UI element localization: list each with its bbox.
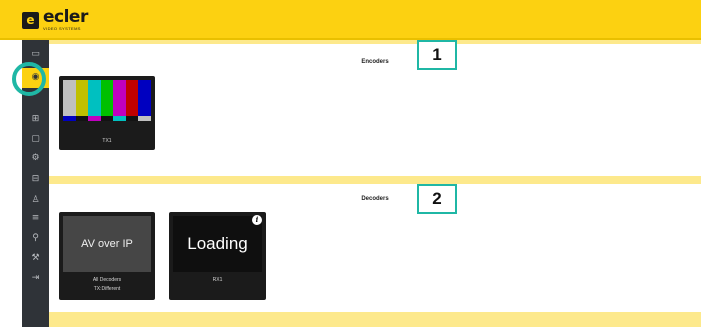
decoder-preview: AV over IP xyxy=(63,216,151,272)
decoder-card-rx1[interactable]: Loading i RX1 xyxy=(169,212,266,300)
sidebar: ▭ ◉ ⊞ ▢ ⚙ ⊟ ♙ ≡ ⚲ ⚒ ⇥ xyxy=(22,40,49,327)
top-bar: e ecler VIDEO SYSTEMS xyxy=(0,0,701,40)
decoder-source: TX:Different xyxy=(93,286,121,292)
color-bar xyxy=(75,80,89,116)
network-icon[interactable]: ⚲ xyxy=(30,233,41,244)
matrix-icon[interactable]: ⊞ xyxy=(30,114,41,125)
section-separator xyxy=(49,176,701,184)
callout-badge-1: 1 xyxy=(417,40,457,70)
decoders-title: Decoders xyxy=(361,196,389,202)
user-icon[interactable]: ♙ xyxy=(30,195,41,206)
decoder-name: RX1 xyxy=(212,277,223,283)
callout-badge-2: 2 xyxy=(417,184,457,214)
color-bar xyxy=(88,80,101,116)
encoders-title: Encoders xyxy=(361,59,389,65)
decoder-name: All Decoders xyxy=(92,277,122,283)
dashboard-icon[interactable]: ▭ xyxy=(30,49,41,60)
display-icon[interactable]: ▢ xyxy=(30,134,41,145)
sliders-icon[interactable]: ≡ xyxy=(30,213,41,224)
color-bars-preview xyxy=(63,80,151,132)
logo-mark: e xyxy=(22,11,39,29)
encoder-card-tx1[interactable]: TX1 xyxy=(59,76,155,150)
info-icon[interactable]: i xyxy=(252,215,262,225)
color-bar xyxy=(125,80,139,116)
section-separator xyxy=(49,312,701,327)
encoder-name: TX1 xyxy=(102,138,112,144)
grid-icon[interactable]: ⊟ xyxy=(30,174,41,185)
decoder-card-all[interactable]: AV over IP All Decoders TX:Different xyxy=(59,212,155,300)
color-bars-bottom xyxy=(63,121,151,132)
target-icon[interactable]: ◉ xyxy=(30,72,41,83)
color-bar xyxy=(138,80,151,116)
app-window: e ecler VIDEO SYSTEMS ▭ ◉ ⊞ ▢ ⚙ ⊟ ♙ ≡ ⚲ … xyxy=(0,0,701,327)
color-bar xyxy=(63,80,76,116)
color-bar xyxy=(113,80,126,116)
sidebar-item-active[interactable]: ◉ xyxy=(22,68,49,88)
ecler-logo[interactable]: e ecler VIDEO SYSTEMS xyxy=(22,8,88,32)
color-bar xyxy=(100,80,114,116)
logo-tagline: VIDEO SYSTEMS xyxy=(43,26,81,31)
decoder-preview: Loading xyxy=(173,216,262,272)
settings-icon[interactable]: ⚙ xyxy=(30,153,41,164)
wrench-icon[interactable]: ⚒ xyxy=(30,253,41,264)
logout-icon[interactable]: ⇥ xyxy=(30,273,41,284)
logo-wordmark: ecler xyxy=(43,7,88,27)
color-bars-top xyxy=(63,80,151,116)
